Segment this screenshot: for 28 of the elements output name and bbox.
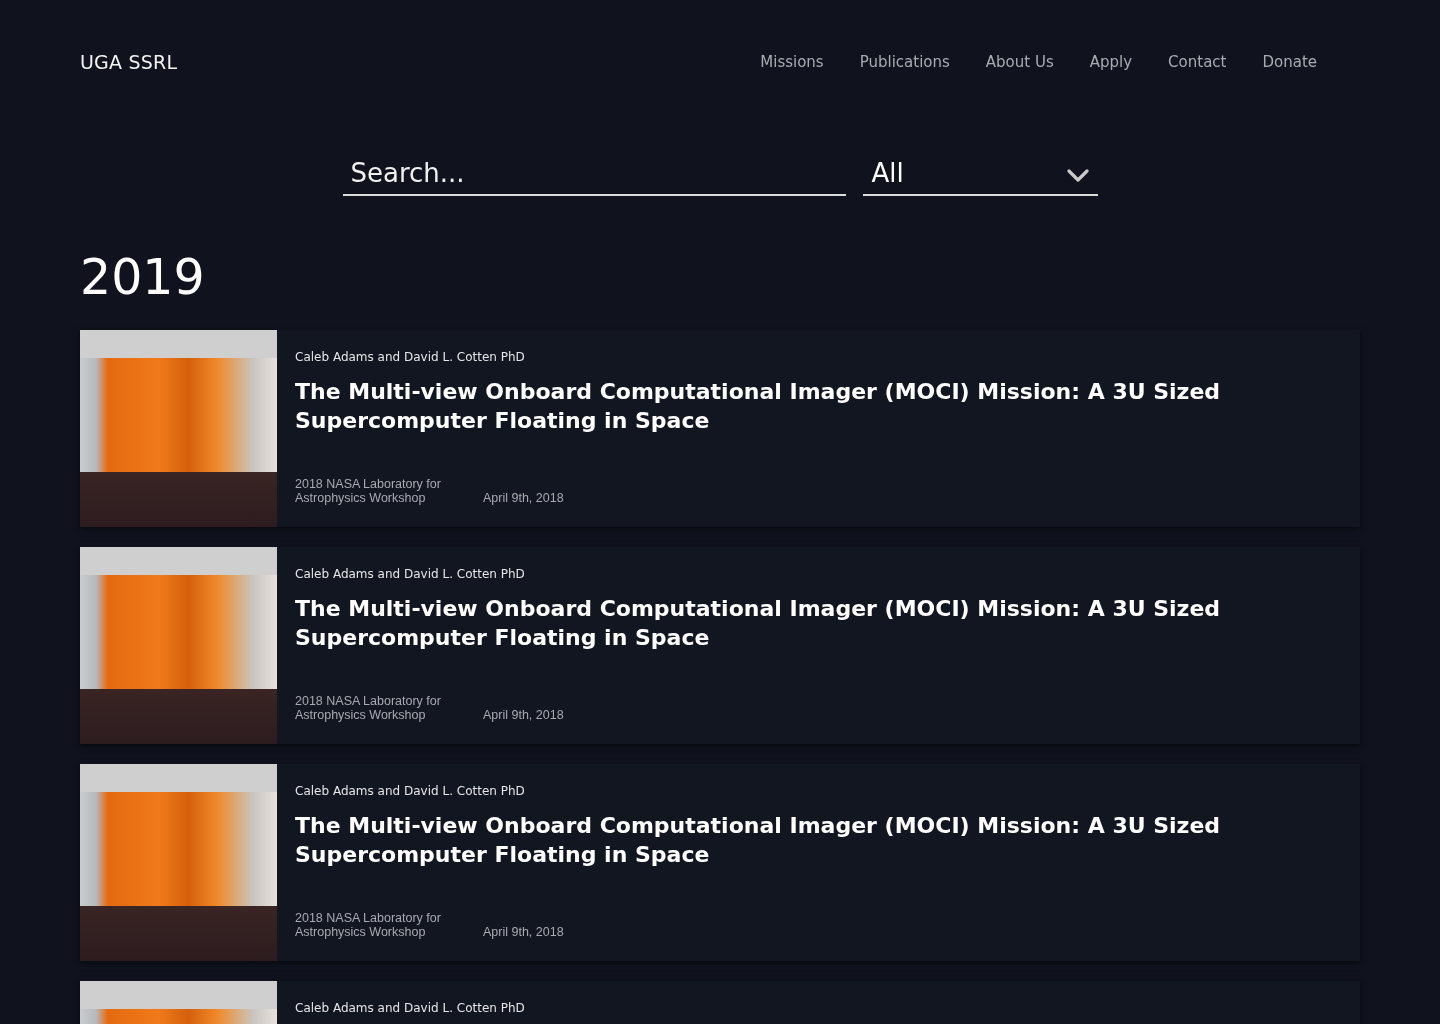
author-text: Caleb Adams and David L. Cotten PhD [295,784,526,799]
category-dropdown[interactable]: All [862,154,1098,196]
publication-title[interactable]: The Multi-view Onboard Computational Imager (MOCI) Mission: A 3U Sized Supercomputer Floating in Space [295,594,1255,652]
nav-link[interactable]: Contact [1168,50,1227,74]
author-text: Caleb Adams and David L. Cotten PhD [295,350,526,365]
publication-card[interactable] [80,547,1360,744]
publication-card[interactable] [80,764,1360,961]
chevron-down-icon [1066,169,1089,183]
search-field[interactable]: Search... [342,154,846,196]
year-heading: 2019 [80,248,206,308]
venue-text: 2018 NASA Laboratory for Astrophysics Workshop [295,694,442,722]
publication-title[interactable]: The Multi-view Onboard Computational Imager (MOCI) Mission: A 3U Sized Supercomputer Floating in Space [295,377,1255,435]
venue-text: 2018 NASA Laboratory for Astrophysics Workshop [295,911,442,939]
nav-link[interactable]: About Us [985,50,1054,74]
venue-text: 2018 NASA Laboratory for Astrophysics Workshop [295,477,442,505]
publication-card[interactable] [80,330,1360,527]
site-logo[interactable]: UGA SSRL [80,50,178,74]
date-text: April 9th, 2018 [483,491,564,505]
nav-link[interactable]: Missions [760,50,824,74]
date-text: April 9th, 2018 [483,925,564,939]
author-text: Caleb Adams and David L. Cotten PhD [295,567,526,582]
nav-link[interactable]: Publications [859,50,950,74]
nav-link[interactable]: Donate [1262,50,1317,74]
date-text: April 9th, 2018 [483,708,564,722]
nav-link[interactable]: Apply [1089,50,1133,74]
publication-title[interactable]: The Multi-view Onboard Computational Imager (MOCI) Mission: A 3U Sized Supercomputer Floating in Space [295,811,1255,869]
publication-card[interactable]: Caleb Adams and David L. Cotten PhD [80,981,1360,1024]
author-text: Caleb Adams and David L. Cotten PhD [295,1001,526,1016]
